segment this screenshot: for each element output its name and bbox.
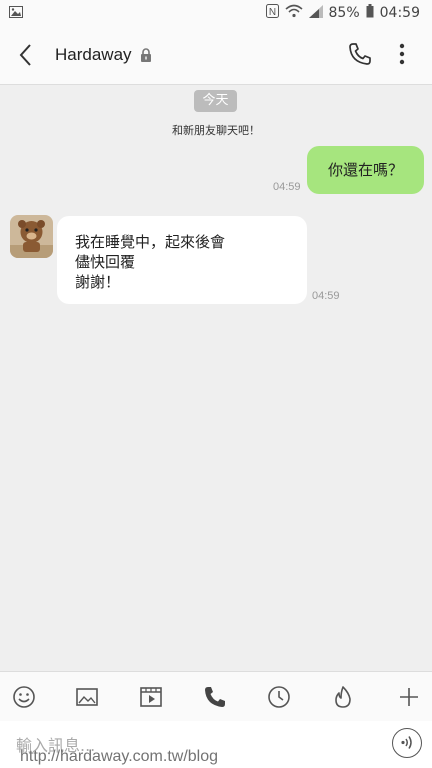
watermark: http://hardaway.com.tw/blog [20,748,219,765]
voice-call-button[interactable] [202,684,228,710]
call-button[interactable] [346,40,374,68]
status-bar: N 85% 04:59 [0,0,432,26]
outgoing-message-bubble[interactable]: 你還在嗎？ [307,146,424,194]
video-icon [140,687,162,707]
outgoing-message-time: 04:59 [273,181,301,193]
wifi-icon [284,4,303,22]
video-button[interactable] [138,684,164,710]
more-vertical-icon [399,43,405,65]
date-divider: 今天 [194,90,237,112]
schedule-button[interactable] [266,684,292,710]
incoming-message-line: 儘快回覆 [75,253,136,271]
svg-text:N: N [268,7,275,18]
emoji-icon [13,686,35,708]
chat-title: Hardaway [55,45,132,64]
nfc-icon: N [265,4,279,22]
phone-icon [205,687,225,707]
flame-button[interactable] [330,684,356,710]
image-notification-icon [9,6,23,22]
plus-icon [400,688,418,706]
emoji-button[interactable] [11,684,37,710]
status-time: 04:59 [379,5,420,21]
clock-icon [268,686,290,708]
system-message: 和新朋友聊天吧！ [172,124,260,137]
battery-percent: 85% [328,5,360,21]
back-icon [19,44,31,66]
phone-icon [349,43,371,65]
voice-message-button[interactable] [392,728,422,758]
add-button[interactable] [396,684,422,710]
image-icon [76,688,98,706]
incoming-message-bubble[interactable]: 我在睡覺中，起來後會 儘快回覆 謝謝！ [57,216,307,304]
flame-icon [335,686,351,708]
back-button[interactable] [16,42,40,68]
chat-area: 今天 和新朋友聊天吧！ 04:59 你還在嗎？ 我在睡覺中，起來後會 儘快回覆 … [0,85,432,671]
avatar[interactable] [10,215,53,258]
voice-icon [401,736,412,749]
incoming-message-time: 04:59 [312,290,340,302]
battery-icon [366,4,374,22]
signal-icon [308,4,323,22]
more-options-button[interactable] [392,40,412,68]
chat-toolbar [0,671,432,722]
incoming-message-line: 謝謝！ [75,273,121,291]
image-button[interactable] [74,684,100,710]
incoming-message-line: 我在睡覺中，起來後會 [75,233,226,251]
chat-header: Hardaway [0,26,432,85]
lock-icon [140,47,152,66]
